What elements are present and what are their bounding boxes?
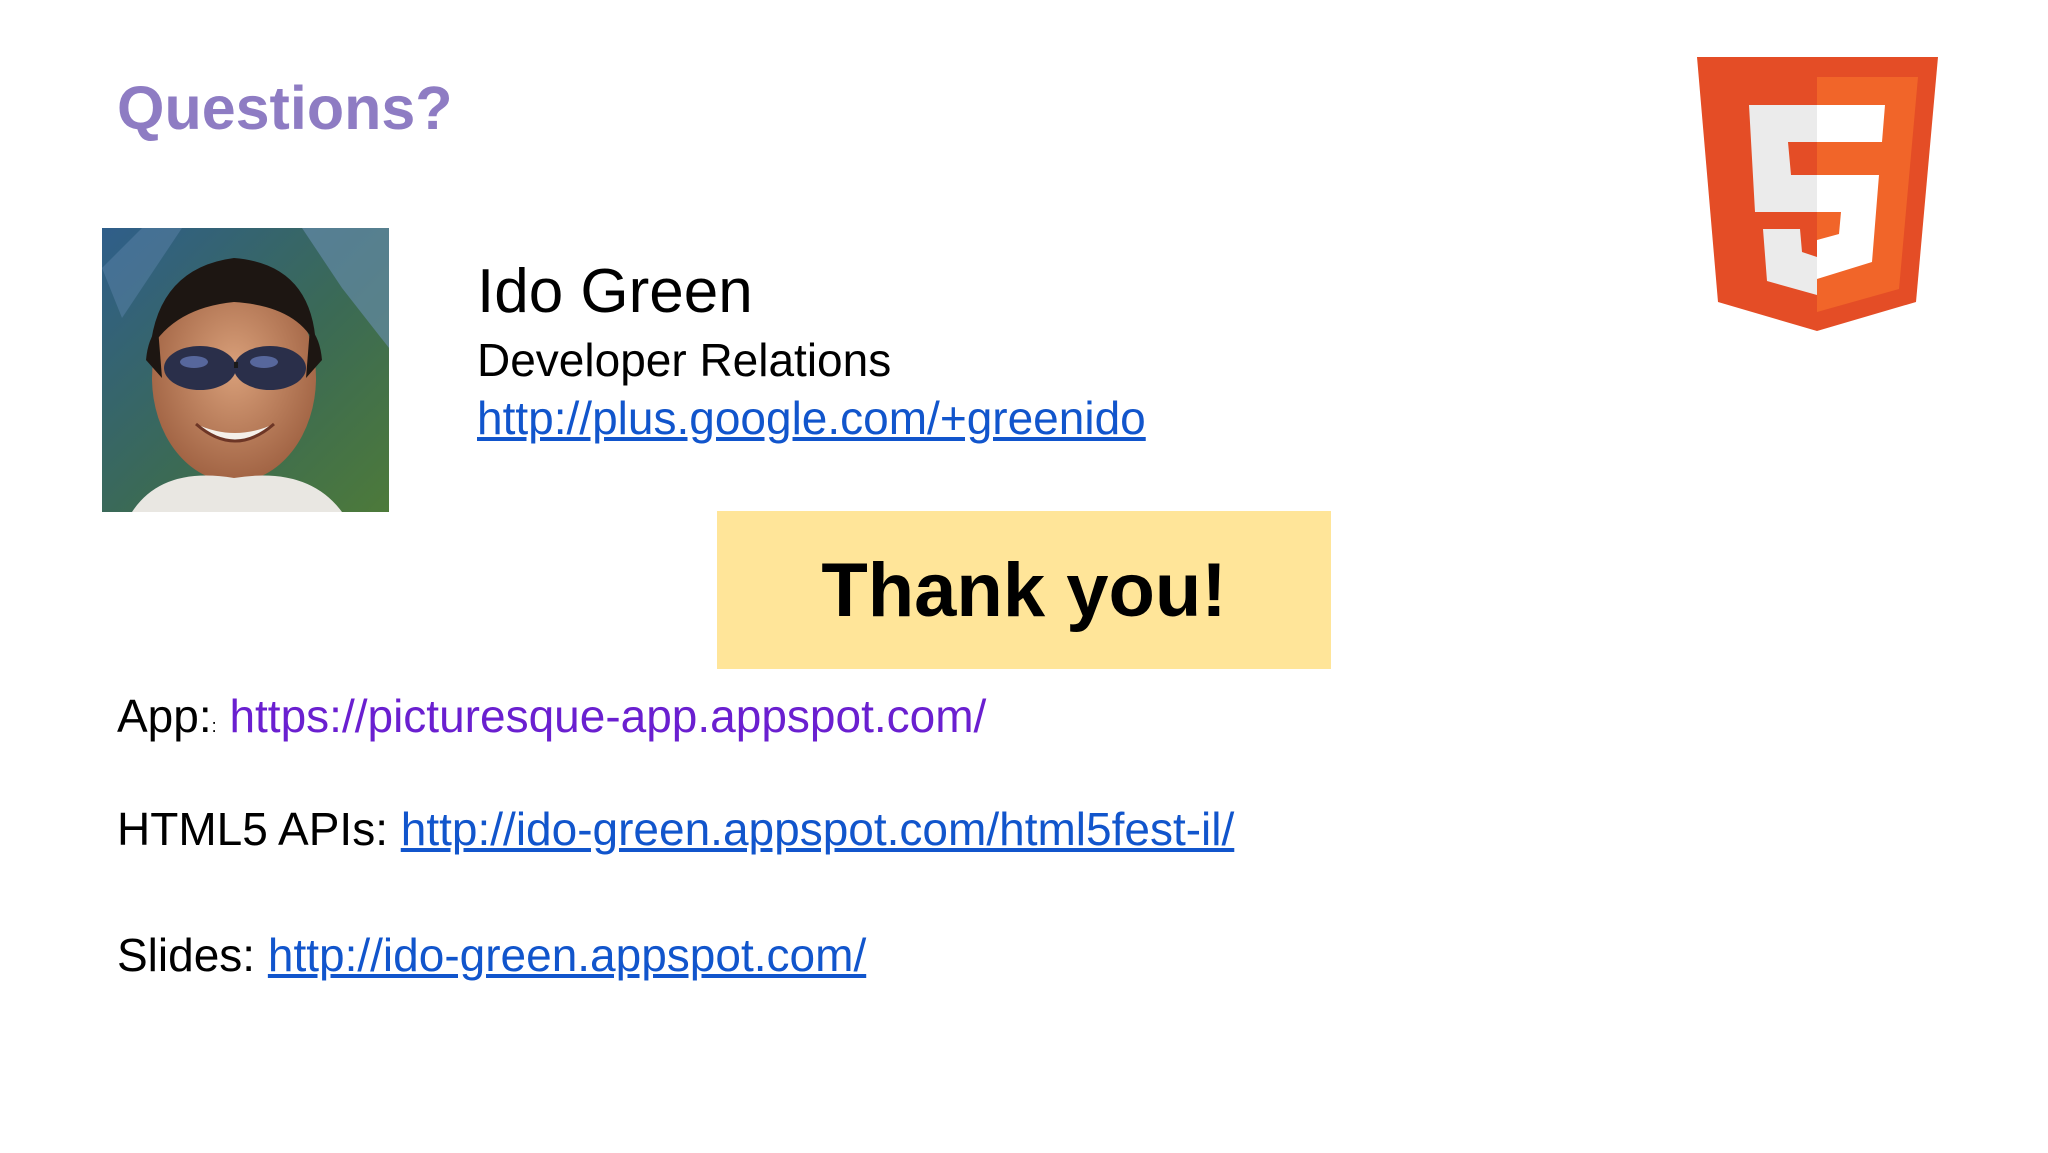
app-separator: : xyxy=(211,716,217,736)
slides-row: Slides: http://ido-green.appspot.com/ xyxy=(117,932,866,978)
html5-apis-row: HTML5 APIs: http://ido-green.appspot.com… xyxy=(117,806,1234,852)
speaker-name: Ido Green xyxy=(477,257,753,326)
speaker-photo xyxy=(102,228,389,512)
slides-link[interactable]: http://ido-green.appspot.com/ xyxy=(268,929,866,981)
thank-you-box: Thank you! xyxy=(717,511,1331,669)
app-link[interactable]: https://picturesque-app.appspot.com/ xyxy=(229,690,986,742)
slides-label: Slides: xyxy=(117,929,268,981)
html5-apis-label: HTML5 APIs: xyxy=(117,803,401,855)
app-label: App: xyxy=(117,690,212,742)
slide-title: Questions? xyxy=(117,74,453,142)
profile-link[interactable]: http://plus.google.com/+greenido xyxy=(477,395,1146,441)
app-link-row: App:: https://picturesque-app.appspot.co… xyxy=(117,693,986,739)
thank-you-text: Thank you! xyxy=(821,547,1227,633)
slide: Questions? Ido Green Developer Relations… xyxy=(0,0,2048,1153)
html5-apis-link[interactable]: http://ido-green.appspot.com/html5fest-i… xyxy=(401,803,1235,855)
speaker-role: Developer Relations xyxy=(477,334,892,386)
html5-logo-icon xyxy=(1697,57,1938,331)
